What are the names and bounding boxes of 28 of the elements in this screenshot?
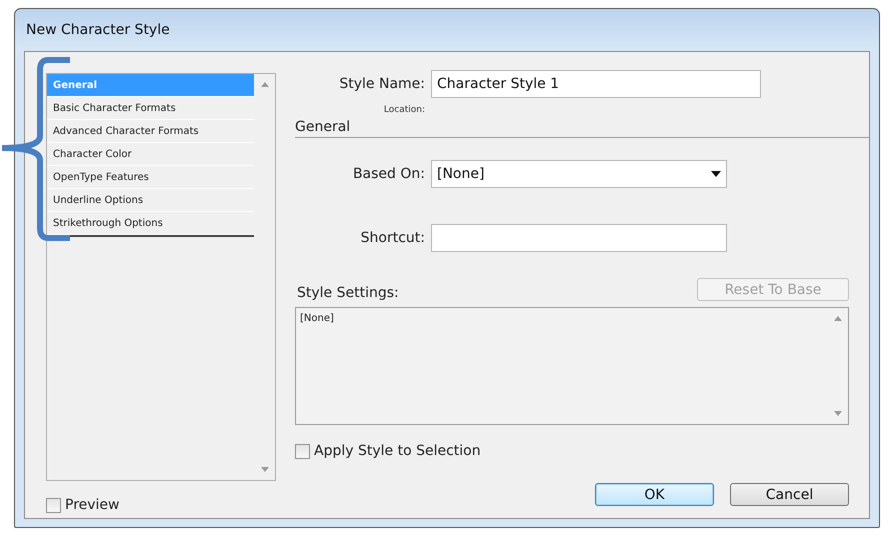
section-label: Style Settings:: [297, 285, 399, 301]
checkbox[interactable]: [46, 498, 61, 512]
category-item[interactable]: Strikethrough Options: [47, 212, 254, 235]
dialog-button[interactable]: OK: [595, 483, 714, 506]
shortcut-field[interactable]: [431, 224, 727, 252]
field-label: Style Name:: [338, 76, 426, 92]
location-label: Location:: [382, 105, 426, 115]
scroll-up-icon[interactable]: [260, 82, 268, 87]
category-item[interactable]: OpenType Features: [47, 166, 254, 189]
checkbox-label[interactable]: Apply Style to Selection: [314, 443, 481, 459]
scroll-down-icon[interactable]: [834, 411, 842, 416]
scroll-up-icon[interactable]: [834, 316, 842, 321]
style-name-field[interactable]: Character Style 1: [431, 70, 761, 98]
field-label: Shortcut:: [360, 230, 426, 246]
field-label: Based On:: [352, 166, 426, 182]
based-on-dropdown[interactable]: [None]: [431, 160, 727, 188]
category-item[interactable]: Basic Character Formats: [47, 97, 254, 120]
category-item[interactable]: Character Color: [47, 143, 254, 166]
dialog-button[interactable]: Cancel: [730, 483, 849, 506]
window-title: New Character Style: [26, 22, 170, 38]
caret-icon: [711, 171, 721, 177]
section-title: General: [295, 119, 352, 135]
checkbox[interactable]: [295, 444, 310, 458]
settings-text: [None]: [299, 312, 335, 326]
category-item[interactable]: Advanced Character Formats: [47, 120, 254, 143]
category-item[interactable]: Underline Options: [47, 189, 254, 212]
scroll-down-icon[interactable]: [260, 467, 268, 472]
checkbox-label[interactable]: Preview: [65, 497, 120, 513]
